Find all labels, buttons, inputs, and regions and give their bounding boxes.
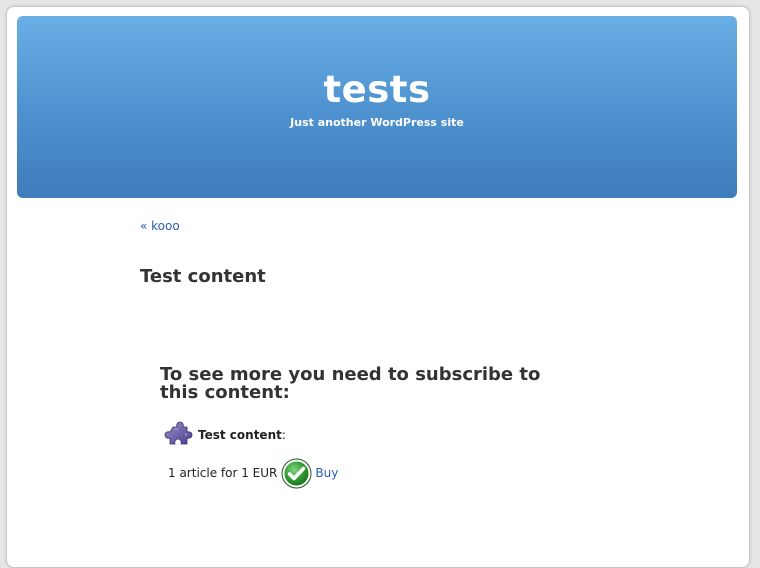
previous-post-link[interactable]: « kooo [140, 219, 180, 233]
product-name-suffix: : [281, 428, 286, 442]
puzzle-icon [164, 421, 193, 445]
post-title: Test content [140, 266, 266, 287]
checkmark-icon[interactable] [281, 458, 312, 489]
offer-text: 1 article for 1 EUR [168, 466, 278, 480]
subscribe-heading: To see more you need to subscribe to thi… [160, 364, 541, 403]
product-row: Test content: [164, 420, 286, 450]
site-header: tests Just another WordPress site [17, 16, 737, 198]
buy-link[interactable]: Buy [315, 466, 338, 480]
site-title[interactable]: tests [17, 68, 737, 111]
offer-row: 1 article for 1 EUR Buy [168, 456, 338, 490]
product-name: Test content [198, 428, 282, 442]
site-description: Just another WordPress site [290, 116, 464, 129]
page-container: tests Just another WordPress site [6, 6, 750, 568]
